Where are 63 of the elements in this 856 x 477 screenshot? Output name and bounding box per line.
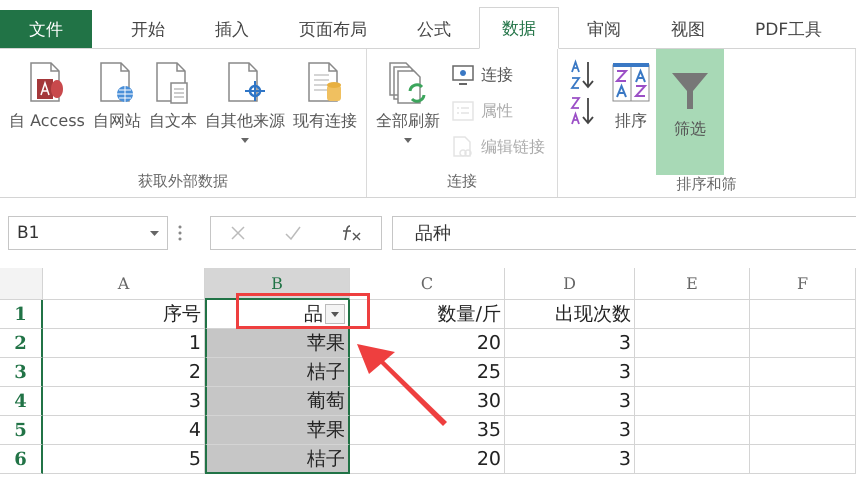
monitor-icon: [450, 64, 475, 86]
ribbon-tab[interactable]: 开始: [109, 10, 187, 48]
ribbon-button[interactable]: 连接: [450, 57, 545, 93]
column-header[interactable]: B: [205, 268, 350, 300]
table-cell: 1: [43, 329, 205, 358]
ribbon-tab[interactable]: PDF工具: [733, 10, 844, 48]
table-cell: 序号: [43, 300, 205, 329]
function-icon[interactable]: [340, 224, 362, 242]
table-cell: 3: [505, 416, 635, 445]
table-cell: 20: [350, 329, 505, 358]
table-cell: 葡萄: [205, 387, 350, 416]
table-cell: 25: [350, 358, 505, 387]
table-cell: 30: [350, 387, 505, 416]
caret-icon: [150, 230, 159, 236]
ribbon-button[interactable]: 自网站: [90, 57, 144, 167]
table-cell: 桔子: [205, 358, 350, 387]
filter-dropdown-button[interactable]: [325, 304, 345, 324]
ribbon-tab[interactable]: 视图: [649, 10, 727, 48]
ribbon-button[interactable]: 全部刷新: [372, 57, 443, 167]
ribbon-tab[interactable]: 插入: [193, 10, 271, 48]
group-label: 排序和筛: [675, 175, 738, 195]
column-header[interactable]: E: [635, 268, 750, 300]
column-header[interactable]: F: [750, 268, 856, 300]
group-label: 连接: [446, 172, 478, 192]
group-label: 获取外部数据: [136, 172, 229, 192]
ribbon-tab[interactable]: 文件: [0, 10, 92, 48]
ribbon-button[interactable]: 自 Access: [6, 57, 88, 167]
table-cell: 2: [43, 358, 205, 387]
ribbon-tab[interactable]: 页面布局: [277, 10, 389, 48]
ribbon-button[interactable]: 自文本: [146, 57, 200, 167]
ribbon-button[interactable]: 排序: [608, 57, 654, 167]
ribbon-button[interactable]: 自其他来源: [202, 57, 288, 167]
caret-icon: [404, 138, 412, 143]
name-box[interactable]: B1: [8, 216, 168, 250]
ribbon-tab[interactable]: 数据: [479, 7, 559, 49]
column-header[interactable]: A: [43, 268, 205, 300]
formula-field[interactable]: 品种: [392, 216, 856, 250]
grip-icon: [178, 225, 182, 241]
table-cell: 5: [43, 445, 205, 474]
caret-icon: [240, 138, 249, 143]
ribbon-button[interactable]: 筛选: [656, 49, 724, 175]
table-cell: 35: [350, 416, 505, 445]
table-cell: 3: [505, 329, 635, 358]
table-cell: 出现次数: [505, 300, 635, 329]
checkmark-icon[interactable]: [284, 225, 302, 241]
table-cell: 3: [43, 387, 205, 416]
table-cell: 3: [505, 445, 635, 474]
caret-icon: [331, 312, 339, 316]
table-cell: 桔子: [205, 445, 350, 474]
table-cell: 20: [350, 445, 505, 474]
ribbon-tab[interactable]: 公式: [395, 10, 473, 48]
refresh-documents-icon: [388, 61, 428, 105]
column-header[interactable]: D: [505, 268, 635, 300]
table-cell: 3: [505, 358, 635, 387]
table-cell: 品: [205, 300, 350, 329]
table-cell: 苹果: [205, 329, 350, 358]
ribbon-button[interactable]: 现有连接: [290, 57, 360, 167]
table-cell: 苹果: [205, 416, 350, 445]
table-cell: 4: [43, 416, 205, 445]
column-header[interactable]: C: [350, 268, 505, 300]
ribbon-tab[interactable]: 审阅: [565, 10, 643, 48]
table-cell: 3: [505, 387, 635, 416]
properties-icon: [450, 100, 475, 122]
